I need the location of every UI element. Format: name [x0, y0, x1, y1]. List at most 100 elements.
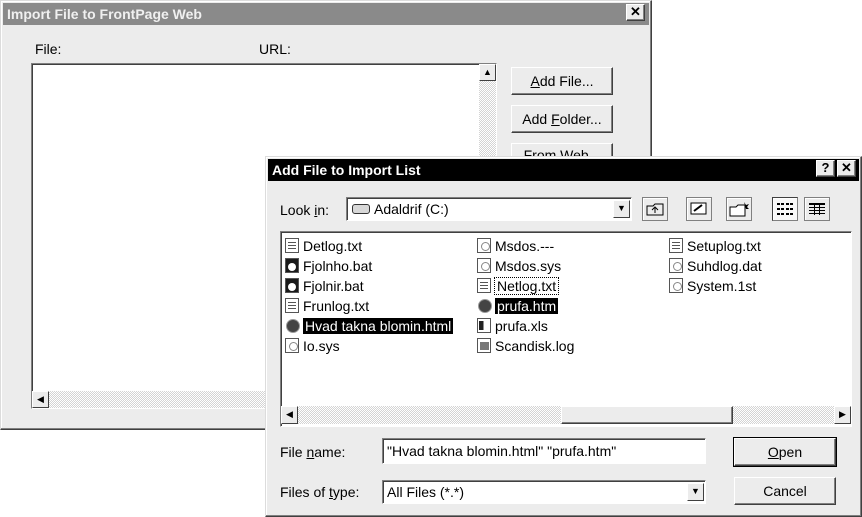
add-file-dialog: Add File to Import List ? ✕ Look in: Ada… [265, 156, 862, 517]
files-of-type-value: All Files (*.*) [387, 484, 465, 500]
file-name-label: File name: [280, 444, 345, 460]
desktop-glyph [690, 202, 707, 215]
file-list-item[interactable]: Fjolnir.bat [285, 276, 364, 295]
file-list-item-name: Fjolnho.bat [303, 257, 373, 274]
file-name-label-end: ame: [314, 444, 346, 460]
file-list-item[interactable]: Suhdlog.dat [669, 256, 762, 275]
look-in-label: Look in: [280, 202, 329, 218]
file-list-item[interactable]: Hvad takna blomin.html [285, 316, 454, 335]
files-of-type-dropdown[interactable]: All Files (*.*) ▼ [382, 480, 706, 504]
file-list-item-name: Hvad takna blomin.html [303, 317, 454, 334]
file-list-item-name: Io.sys [303, 337, 340, 354]
file-list-item-name: prufa.xls [495, 317, 548, 334]
text-file-icon [669, 238, 683, 253]
open-button[interactable]: Open [733, 437, 837, 467]
file-list-item[interactable]: System.1st [669, 276, 756, 295]
add-file-button[interactable]: Add File... [511, 67, 613, 95]
up-one-level-icon[interactable] [642, 197, 668, 221]
add-folder-button[interactable]: Add Folder... [511, 105, 613, 133]
new-folder-glyph [729, 202, 749, 217]
file-list-item[interactable]: Detlog.txt [285, 236, 362, 255]
generic-file-icon [669, 258, 683, 273]
batch-file-icon [285, 278, 299, 293]
file-list-item[interactable]: Scandisk.log [477, 336, 574, 355]
file-name-input[interactable]: "Hvad takna blomin.html" "prufa.htm" [382, 438, 706, 464]
look-in-dropdown[interactable]: Adaldrif (C:) ▼ [346, 197, 632, 221]
excel-file-icon [477, 318, 491, 333]
file-browser-list[interactable]: Detlog.txt Fjolnho.bat Fjolnir.bat Frunlog.… [280, 231, 852, 427]
add-file-mnemonic: A [530, 73, 540, 89]
details-view-icon[interactable] [804, 197, 830, 221]
dialog-close-button[interactable]: ✕ [837, 160, 856, 177]
file-list-item[interactable]: Netlog.txt [477, 276, 560, 295]
cancel-label: Cancel [763, 483, 807, 499]
file-list-item-name: Msdos.sys [495, 257, 562, 274]
file-list-item-name: System.1st [687, 277, 757, 294]
scroll-left-button[interactable]: ◀ [32, 391, 49, 408]
file-list-item-name: prufa.htm [495, 297, 559, 314]
files-of-type-chevron-down-icon[interactable]: ▼ [687, 483, 704, 501]
open-mnemonic: O [767, 444, 779, 460]
list-view-icon[interactable] [772, 197, 798, 221]
file-list-item[interactable]: Msdos.--- [477, 236, 554, 255]
html-file-icon [477, 298, 492, 313]
desktop-icon[interactable] [686, 197, 712, 221]
import-window-close-button[interactable]: ✕ [626, 4, 645, 21]
files-of-type-label-start: Files of [280, 484, 330, 500]
files-of-type-label-end: ype: [332, 484, 360, 500]
add-folder-label-start: Add [522, 111, 552, 127]
text-file-icon [285, 298, 299, 313]
file-list-item[interactable]: Setuplog.txt [669, 236, 761, 255]
files-of-type-label: Files of type: [280, 484, 359, 500]
file-list-item[interactable]: Fjolnho.bat [285, 256, 372, 275]
dialog-title: Add File to Import List [272, 162, 421, 178]
file-name-value: "Hvad takna blomin.html" "prufa.htm" [387, 443, 617, 459]
file-list-item-name: Msdos.--- [495, 237, 555, 254]
file-list-item[interactable]: prufa.htm [477, 296, 559, 315]
text-file-icon [285, 238, 299, 253]
cancel-button[interactable]: Cancel [734, 477, 836, 505]
import-window-title: Import File to FrontPage Web [7, 6, 202, 22]
log-file-icon [477, 338, 491, 353]
scroll-up-button[interactable]: ▲ [479, 64, 496, 81]
generic-file-icon [477, 238, 491, 253]
scroll-left-button[interactable]: ◀ [281, 406, 298, 424]
file-list-item-name: Suhdlog.dat [687, 257, 762, 274]
file-list-item[interactable]: Io.sys [285, 336, 340, 355]
up-one-level-glyph [646, 203, 664, 216]
file-name-label-start: File [280, 444, 307, 460]
open-label-rest: pen [778, 444, 803, 460]
text-file-icon [477, 278, 491, 293]
look-in-value: Adaldrif (C:) [374, 201, 449, 217]
add-file-label-rest: dd File... [539, 73, 594, 89]
file-list-item-name: Netlog.txt [493, 276, 560, 295]
new-folder-icon[interactable] [726, 197, 752, 221]
scroll-right-button[interactable]: ▶ [834, 406, 851, 424]
file-list-item[interactable]: prufa.xls [477, 316, 548, 335]
look-in-label-end: n: [317, 202, 330, 218]
generic-file-icon [669, 278, 683, 293]
system-file-icon [285, 338, 299, 353]
system-file-icon [477, 258, 491, 273]
file-list-item-name: Detlog.txt [303, 237, 363, 254]
file-list-item-name: Frunlog.txt [303, 297, 370, 314]
url-column-label: URL: [259, 41, 291, 57]
import-window-titlebar[interactable]: Import File to FrontPage Web [3, 3, 649, 25]
look-in-chevron-down-icon[interactable]: ▼ [613, 200, 630, 218]
add-folder-label-rest: older... [559, 111, 602, 127]
file-list-item[interactable]: Frunlog.txt [285, 296, 369, 315]
file-list-item-name: Scandisk.log [495, 337, 575, 354]
look-in-label-start: Look [280, 202, 315, 218]
help-button[interactable]: ? [816, 160, 835, 177]
batch-file-icon [285, 258, 299, 273]
scroll-thumb[interactable] [561, 406, 733, 424]
list-view-glyph [777, 203, 793, 215]
file-list-item[interactable]: Msdos.sys [477, 256, 561, 275]
file-list-item-name: Fjolnir.bat [303, 277, 364, 294]
file-list-item-name: Setuplog.txt [687, 237, 761, 254]
html-file-icon [285, 318, 300, 333]
file-column-label: File: [35, 41, 62, 57]
details-view-glyph [809, 203, 825, 215]
add-folder-mnemonic: F [551, 111, 560, 127]
dialog-titlebar[interactable]: Add File to Import List [268, 159, 859, 181]
